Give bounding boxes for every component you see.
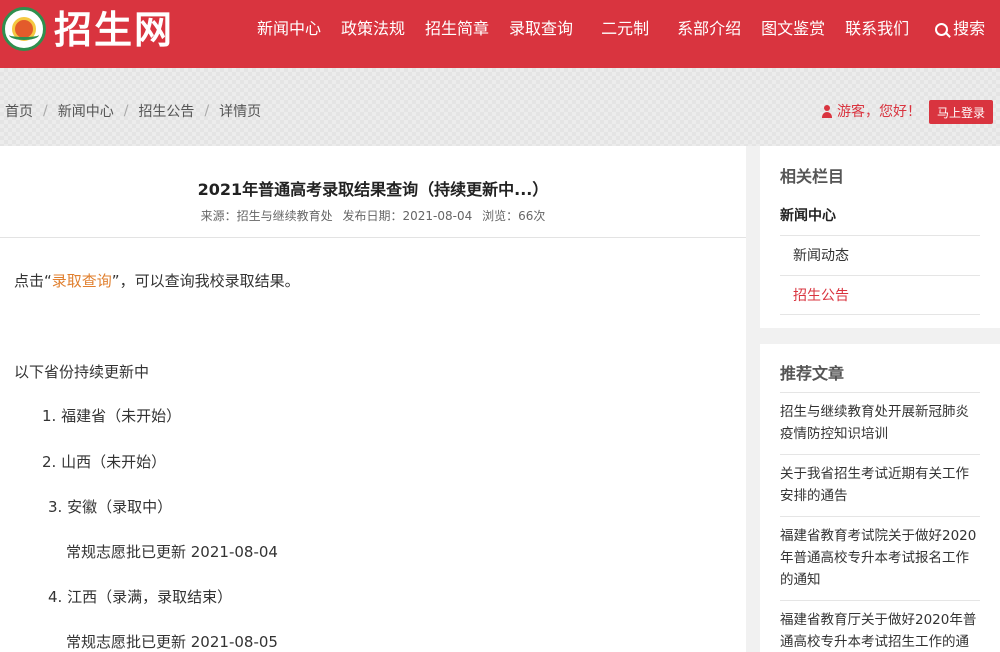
nav-item-brochure[interactable]: 招生简章 <box>425 0 489 58</box>
nav-item-dual-system[interactable]: 二元制 <box>601 0 649 58</box>
recommend-article-line: 通高校专升本考试招生工作的通 <box>780 634 969 650</box>
intro-prefix: 点击“ <box>14 272 52 290</box>
breadcrumb-detail: 详情页 <box>219 104 262 120</box>
breadcrumb-news[interactable]: 新闻中心 <box>58 101 114 121</box>
intro-suffix: ”，可以查询我校录取结果。 <box>111 272 300 290</box>
list-item: 3. 安徽（录取中） <box>48 498 173 516</box>
article-source: 来源：招生与继续教育处 <box>200 209 333 223</box>
nav-item-news[interactable]: 新闻中心 <box>257 0 321 58</box>
article-paragraph: 以下省份持续更新中 <box>14 363 150 381</box>
search-label: 搜索 <box>953 19 986 38</box>
article-views: 浏览：66次 <box>482 209 546 223</box>
list-item: 2. 山西（未开始） <box>42 453 167 471</box>
guest-greeting: 游客，您好！ <box>822 101 921 121</box>
recommend-article[interactable]: 招生与继续教育处开展新冠肺炎 疫情防控知识培训 <box>780 392 980 454</box>
site-name[interactable]: 招生网 <box>54 6 174 54</box>
breadcrumb-separator: / <box>204 103 210 119</box>
admission-query-link[interactable]: 录取查询 <box>52 272 112 290</box>
breadcrumb-separator: / <box>123 103 129 119</box>
article-date: 发布日期：2021-08-04 <box>342 209 473 223</box>
list-item: 4. 江西（录满，录取结束） <box>48 588 233 606</box>
school-logo-icon[interactable] <box>2 7 46 51</box>
breadcrumb-home[interactable]: 首页 <box>5 101 33 121</box>
login-button[interactable]: 马上登录 <box>929 100 993 124</box>
nav-search[interactable]: 搜索 <box>935 0 985 58</box>
recommend-article-line: 年普通高校专升本考试报名工作 <box>780 550 969 566</box>
related-item-news-updates[interactable]: 新闻动态 <box>780 235 980 275</box>
user-icon <box>822 104 832 118</box>
recommend-article-line: 安排的通告 <box>780 488 848 504</box>
recommend-article-line: 的通知 <box>780 572 821 588</box>
recommend-article-line: 招生与继续教育处开展新冠肺炎 <box>780 404 969 420</box>
article-intro: 点击“录取查询”，可以查询我校录取结果。 <box>14 270 300 291</box>
list-item-note: 常规志愿批已更新 2021-08-04 <box>66 543 278 561</box>
article-panel: 2021年普通高考录取结果查询（持续更新中...） 来源：招生与继续教育处 发布… <box>0 146 746 652</box>
nav-item-admission-query[interactable]: 录取查询 <box>509 0 573 58</box>
article-meta: 来源：招生与继续教育处 发布日期：2021-08-04 浏览：66次 <box>0 207 746 224</box>
search-icon <box>935 22 949 36</box>
recommend-article-line: 福建省教育考试院关于做好2020 <box>780 528 977 544</box>
main-nav: 新闻中心 政策法规 招生简章 录取查询 二元制 系部介绍 图文鉴赏 联系我们 搜… <box>257 0 985 58</box>
article-divider <box>0 237 746 238</box>
related-item-announcements[interactable]: 招生公告 <box>780 275 980 315</box>
related-item-news-center[interactable]: 新闻中心 <box>780 192 980 235</box>
breadcrumb-announcements[interactable]: 招生公告 <box>138 101 194 121</box>
recommend-article-line: 福建省教育厅关于做好2020年普 <box>780 612 977 628</box>
site-header: 招生网 新闻中心 政策法规 招生简章 录取查询 二元制 系部介绍 图文鉴赏 联系… <box>0 0 1000 68</box>
recommend-article-line: 关于我省招生考试近期有关工作 <box>780 466 969 482</box>
breadcrumb: 首页 / 新闻中心 / 招生公告 / 详情页 <box>5 101 261 121</box>
nav-item-contact[interactable]: 联系我们 <box>845 0 909 58</box>
nav-item-gallery[interactable]: 图文鉴赏 <box>761 0 825 58</box>
recommend-article[interactable]: 福建省教育考试院关于做好2020 年普通高校专升本考试报名工作 的通知 <box>780 516 980 600</box>
breadcrumb-separator: / <box>43 103 48 119</box>
list-item: 1. 福建省（未开始） <box>42 407 182 425</box>
recommend-article-line: 疫情防控知识培训 <box>780 426 888 442</box>
guest-greeting-text: 游客，您好！ <box>837 104 921 120</box>
recommend-article[interactable]: 关于我省招生考试近期有关工作 安排的通告 <box>780 454 980 516</box>
nav-item-policy[interactable]: 政策法规 <box>341 0 405 58</box>
article-title: 2021年普通高考录取结果查询（持续更新中...） <box>197 180 549 199</box>
breadcrumb-bar: 首页 / 新闻中心 / 招生公告 / 详情页 游客，您好！ <box>0 68 1000 146</box>
recommend-article[interactable]: 福建省教育厅关于做好2020年普 通高校专升本考试招生工作的通 <box>780 600 980 652</box>
recommend-title: 推荐文章 <box>780 364 845 383</box>
nav-item-departments[interactable]: 系部介绍 <box>677 0 741 58</box>
related-panel: 相关栏目 新闻中心 新闻动态 招生公告 <box>760 146 1000 328</box>
recommend-panel: 推荐文章 招生与继续教育处开展新冠肺炎 疫情防控知识培训 关于我省招生考试近期有… <box>760 344 1000 652</box>
related-title: 相关栏目 <box>780 167 845 186</box>
list-item-note: 常规志愿批已更新 2021-08-05 <box>66 633 278 651</box>
